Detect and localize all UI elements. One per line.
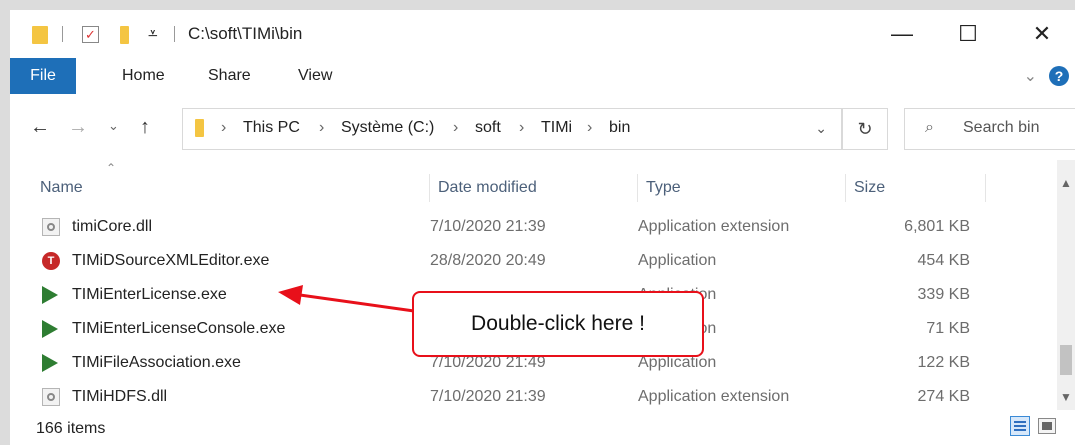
item-count: 166 items — [36, 420, 106, 437]
explorer-window: ✓ ⩡ C:\soft\TIMi\bin — ☐ ✕ File Home Sha… — [10, 10, 1075, 445]
file-size: 274 KB — [917, 388, 970, 405]
minimize-button[interactable]: — — [882, 18, 922, 50]
file-type: Application — [638, 252, 717, 269]
scroll-up-icon[interactable]: ▲ — [1057, 176, 1075, 190]
close-button[interactable]: ✕ — [1022, 18, 1062, 50]
refresh-button[interactable]: ↻ — [842, 108, 888, 150]
search-icon: ⌕ — [925, 119, 934, 136]
file-date: 7/10/2020 21:39 — [430, 218, 546, 235]
address-history-chevron-icon[interactable]: ⌄ — [815, 120, 827, 137]
expand-ribbon-chevron-icon[interactable]: ⌄ — [1024, 66, 1037, 86]
file-date: 7/10/2020 21:39 — [430, 388, 546, 405]
details-view-icon[interactable] — [1010, 416, 1030, 436]
breadcrumb-soft[interactable]: soft — [475, 119, 501, 137]
search-input[interactable]: ⌕ Search bin — [904, 108, 1075, 150]
file-name: TIMiFileAssociation.exe — [72, 354, 241, 371]
vertical-scrollbar[interactable]: ▲ ▼ — [1057, 160, 1075, 410]
file-date: 28/8/2020 20:49 — [430, 252, 546, 269]
file-size: 122 KB — [917, 354, 970, 371]
file-size: 6,801 KB — [904, 218, 970, 235]
file-size: 339 KB — [917, 286, 970, 303]
scroll-thumb[interactable] — [1060, 345, 1072, 375]
search-placeholder: Search bin — [963, 119, 1040, 136]
file-name: TIMiHDFS.dll — [72, 388, 168, 405]
callout-text: Double-click here ! — [471, 312, 645, 335]
breadcrumb-timi[interactable]: TIMi — [541, 119, 572, 137]
breadcrumb-separator: › — [587, 119, 593, 136]
file-type: Application extension — [638, 218, 790, 235]
scroll-down-icon[interactable]: ▼ — [1057, 390, 1075, 404]
file-type: Application extension — [638, 388, 790, 405]
maximize-button[interactable]: ☐ — [948, 18, 988, 50]
column-header-date-modified[interactable]: Date modified — [430, 174, 638, 202]
breadcrumb-separator: › — [519, 119, 525, 136]
file-size: 71 KB — [926, 320, 970, 337]
status-bar: 166 items — [10, 410, 1075, 445]
large-icons-view-icon[interactable] — [1038, 418, 1056, 434]
breadcrumb-separator: › — [453, 119, 459, 136]
breadcrumb-bin[interactable]: bin — [609, 119, 630, 137]
column-header-size[interactable]: Size — [846, 174, 986, 202]
annotation-callout: Double-click here ! — [412, 291, 704, 357]
dll-file-icon — [42, 388, 60, 406]
timi-app-icon — [42, 354, 58, 372]
annotation-arrow — [278, 285, 415, 313]
file-size: 454 KB — [917, 252, 970, 269]
help-icon[interactable]: ? — [1049, 66, 1069, 86]
column-header-type[interactable]: Type — [638, 174, 846, 202]
table-row[interactable]: TIMiHDFS.dll 7/10/2020 21:39 Application… — [10, 380, 1057, 414]
